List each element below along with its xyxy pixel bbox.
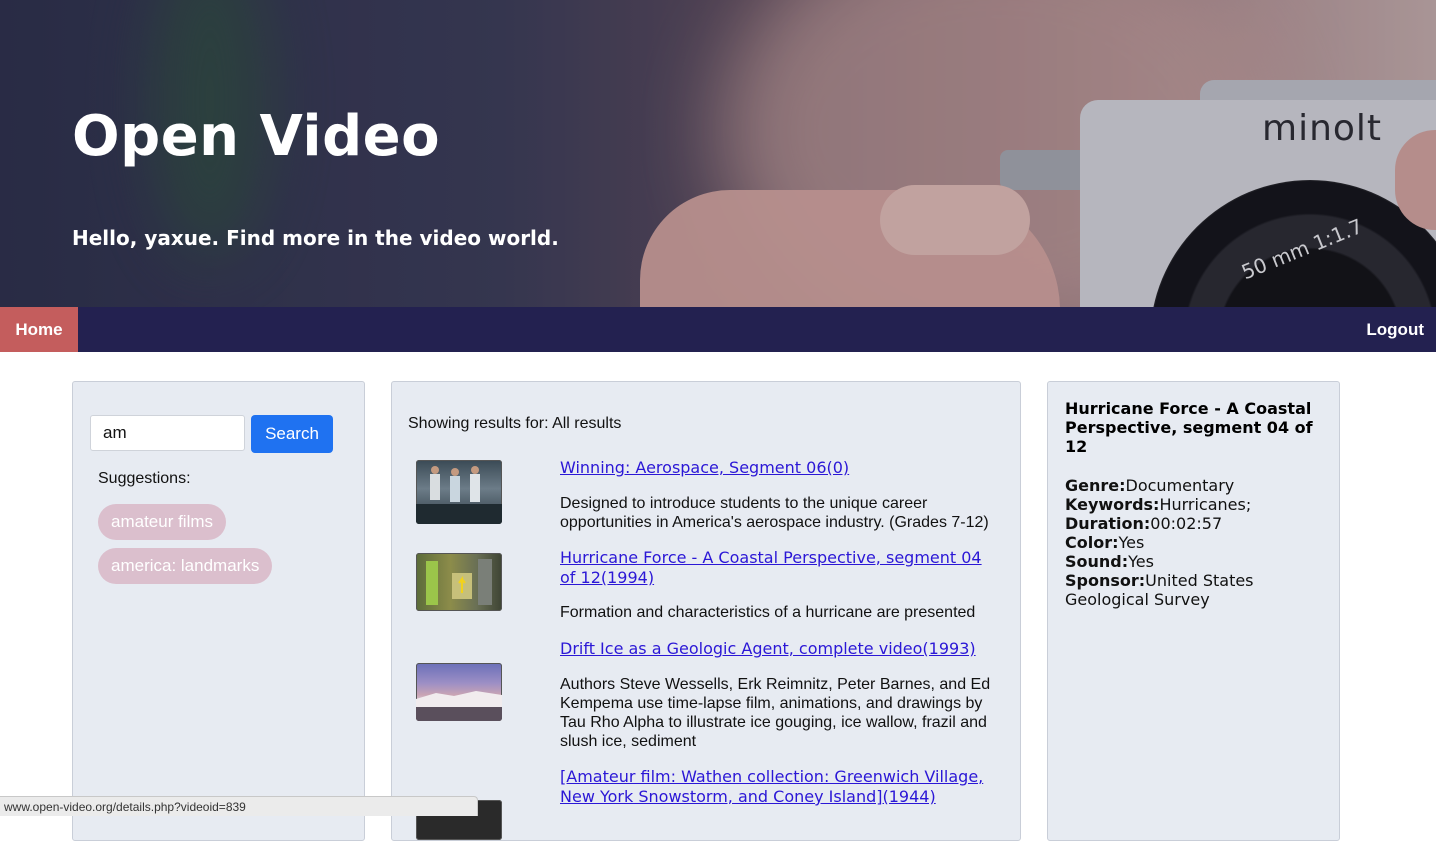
- result-title-link[interactable]: Winning: Aerospace, Segment 06(0): [560, 458, 1000, 478]
- detail-metadata: Genre:Documentary Keywords:Hurricanes; D…: [1065, 476, 1325, 609]
- detail-genre-value: Documentary: [1125, 476, 1235, 495]
- results-panel: Showing results for: All results Winning…: [391, 381, 1021, 841]
- result-description: Formation and characteristics of a hurri…: [560, 604, 976, 621]
- thumbnail-people-graphic: [416, 466, 502, 524]
- thumbnail-ice-graphic: [416, 691, 502, 721]
- detail-duration-value: 00:02:57: [1150, 514, 1223, 533]
- detail-keywords-value: Hurricanes;: [1159, 495, 1252, 514]
- result-description: Designed to introduce students to the un…: [560, 495, 989, 531]
- video-thumbnail[interactable]: [416, 663, 502, 721]
- detail-sponsor-label: Sponsor:: [1065, 571, 1146, 590]
- detail-color: Color:Yes: [1065, 533, 1325, 552]
- result-description: Authors Steve Wessells, Erk Reimnitz, Pe…: [560, 676, 991, 750]
- search-input[interactable]: [90, 415, 245, 451]
- search-panel: Search Suggestions: amateur films americ…: [72, 381, 365, 841]
- result-title-link[interactable]: [Amateur film: Wathen collection: Greenw…: [560, 767, 1000, 807]
- video-thumbnail[interactable]: [416, 460, 502, 524]
- detail-color-value: Yes: [1118, 533, 1145, 552]
- detail-genre: Genre:Documentary: [1065, 476, 1325, 495]
- detail-keywords-label: Keywords:: [1065, 495, 1160, 514]
- detail-sound-value: Yes: [1128, 552, 1154, 571]
- detail-color-label: Color:: [1065, 533, 1119, 552]
- video-detail-panel: Hurricane Force - A Coastal Perspective,…: [1047, 381, 1340, 841]
- result-title-link[interactable]: Drift Ice as a Geologic Agent, complete …: [560, 639, 1000, 659]
- detail-duration: Duration:00:02:57: [1065, 514, 1325, 533]
- detail-duration-label: Duration:: [1065, 514, 1151, 533]
- detail-sound: Sound:Yes: [1065, 552, 1325, 571]
- result-title-link[interactable]: Hurricane Force - A Coastal Perspective,…: [560, 548, 1000, 588]
- site-title: Open Video: [72, 104, 441, 169]
- results-heading: Showing results for: All results: [408, 415, 622, 432]
- nav-home-link[interactable]: Home: [0, 307, 78, 352]
- detail-genre-label: Genre:: [1065, 476, 1126, 495]
- top-navbar: Home Logout: [0, 307, 1436, 352]
- browser-status-bar: www.open-video.org/details.php?videoid=8…: [0, 796, 478, 816]
- detail-keywords: Keywords:Hurricanes;: [1065, 495, 1325, 514]
- suggestion-chip[interactable]: america: landmarks: [98, 548, 273, 584]
- video-thumbnail[interactable]: [416, 553, 502, 611]
- thumbnail-diagram-graphic: [426, 559, 492, 605]
- detail-sound-label: Sound:: [1065, 552, 1129, 571]
- search-button[interactable]: Search: [251, 415, 333, 453]
- hero-banner: minolt 50 mm 1:1.7 Open Video Hello, yax…: [0, 0, 1436, 307]
- nav-logout-link[interactable]: Logout: [1366, 307, 1424, 352]
- suggestion-chip[interactable]: amateur films: [98, 504, 227, 540]
- welcome-message: Hello, yaxue. Find more in the video wor…: [72, 226, 559, 250]
- suggestions-label: Suggestions:: [98, 470, 191, 487]
- detail-title: Hurricane Force - A Coastal Perspective,…: [1065, 399, 1313, 456]
- detail-sponsor: Sponsor:United States Geological Survey: [1065, 571, 1325, 609]
